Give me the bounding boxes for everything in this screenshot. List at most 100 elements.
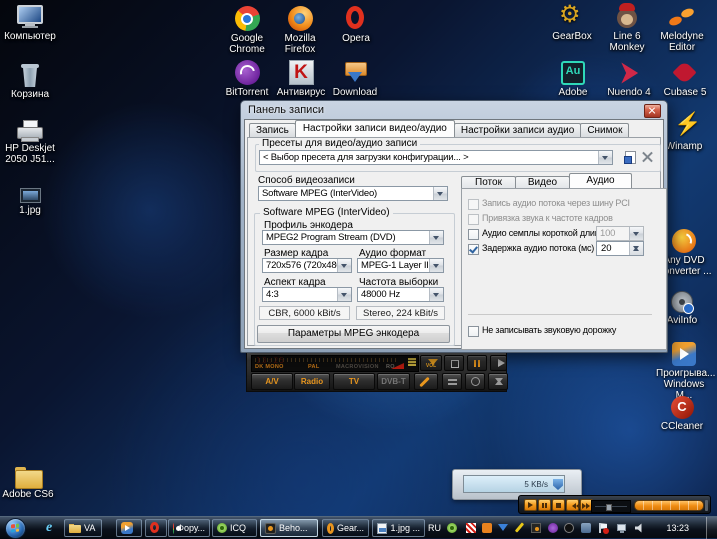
chevron-down-icon[interactable] (337, 259, 351, 272)
desktop-icon-bittorrent[interactable]: BitTorrent (219, 58, 275, 98)
delete-preset-icon[interactable] (641, 151, 654, 164)
chevron-down-icon[interactable] (429, 288, 443, 301)
player-prev-button[interactable] (566, 499, 579, 511)
timer-button[interactable] (465, 373, 485, 390)
aspect-combobox[interactable]: 4:3 (262, 287, 352, 302)
taskbar-button-chrome-forum[interactable]: Фору... (168, 519, 210, 537)
tab-snapshot[interactable]: Снимок (580, 123, 629, 137)
channel-updown-button[interactable] (488, 373, 508, 390)
ie-icon[interactable]: e (46, 520, 52, 536)
short-samples-checkbox[interactable] (468, 229, 479, 240)
desktop-icon-computer[interactable]: Компьютер (2, 2, 58, 42)
stop-button[interactable] (444, 355, 464, 371)
tray-media-icon[interactable] (564, 523, 574, 533)
taskbar-button-opera[interactable] (145, 519, 167, 537)
taskbar-button-va-folder[interactable]: VA (64, 519, 102, 537)
tray-torrent-icon[interactable] (482, 523, 492, 533)
desktop-icon-printer[interactable]: HP Deskjet 2050 J51... (2, 114, 58, 165)
spinner-arrows-icon[interactable] (629, 242, 643, 255)
opera-icon (150, 522, 160, 534)
save-preset-icon[interactable] (623, 151, 636, 164)
player-pause-button[interactable] (538, 499, 551, 511)
desktop-icon-line6-monkey[interactable]: Line 6 Monkey (599, 2, 655, 53)
tab-record[interactable]: Запись (249, 123, 296, 137)
chevron-down-icon[interactable] (429, 259, 443, 272)
audio-format-combobox[interactable]: MPEG-1 Layer II (357, 258, 444, 273)
volume-slider-knob[interactable] (606, 504, 612, 511)
language-indicator[interactable]: RU (428, 523, 441, 533)
play-button[interactable] (490, 355, 507, 371)
desktop-icon-label: Adobe CS6 (0, 489, 56, 500)
source-radio-button[interactable]: Radio (294, 373, 330, 390)
chevron-down-icon[interactable] (598, 151, 612, 164)
desktop-icon-gearbox[interactable]: ⚙ GearBox (544, 2, 600, 42)
mpeg-params-button[interactable]: Параметры MPEG энкодера (257, 325, 450, 343)
desktop-icon-melodyne[interactable]: Melodyne Editor (654, 2, 710, 53)
pci-audio-checkbox[interactable] (468, 199, 479, 210)
chevron-down-icon[interactable] (433, 187, 447, 200)
chevron-down-icon[interactable] (429, 231, 443, 244)
chevron-down-icon[interactable] (629, 227, 643, 240)
sync-framerate-checkbox[interactable] (468, 214, 479, 225)
player-stop-button[interactable] (552, 499, 565, 511)
desktop-icon-ccleaner[interactable]: C CCleaner (654, 392, 710, 432)
settings-button[interactable] (414, 373, 438, 390)
desktop-icon-chrome[interactable]: Google Chrome (219, 4, 275, 55)
close-button[interactable] (644, 104, 661, 118)
toolbar-grip[interactable] (705, 500, 708, 511)
desktop-icon-firefox[interactable]: Mozilla Firefox (272, 4, 328, 55)
desktop-icon-recycle-bin[interactable]: Корзина (2, 60, 58, 100)
show-desktop-button[interactable] (706, 517, 717, 539)
start-button[interactable] (5, 518, 26, 539)
desktop-icon-download-master[interactable]: Download (327, 58, 383, 98)
frame-size-combobox[interactable]: 720x576 (720x480) (262, 258, 352, 273)
pause-button[interactable] (467, 355, 487, 371)
tab-video-audio-settings[interactable]: Настройки записи видео/аудио (295, 120, 455, 137)
short-samples-combobox[interactable]: 100 (596, 226, 644, 241)
tab-stream[interactable]: Поток (461, 176, 516, 188)
player-play-button[interactable] (524, 499, 537, 511)
tray-volume-icon[interactable] (635, 523, 645, 533)
tray-pencil-icon[interactable] (515, 523, 525, 533)
audio-delay-spinner[interactable]: 20 (596, 241, 644, 256)
tab-video[interactable]: Видео (515, 176, 570, 188)
desktop-icon-opera[interactable]: Opera (328, 4, 384, 44)
chevron-down-icon[interactable] (337, 288, 351, 301)
dialog-titlebar[interactable]: Панель записи (241, 101, 667, 119)
taskbar-clock[interactable]: 13:23 (666, 523, 689, 533)
desktop-icon-nuendo[interactable]: Nuendo 4 (601, 58, 657, 98)
tray-device-icon[interactable] (581, 523, 591, 533)
tray-icq-icon[interactable] (447, 523, 457, 533)
tray-download-master-icon[interactable] (498, 523, 508, 533)
taskbar-button-beholdtv[interactable]: Beho... (260, 519, 318, 537)
tray-kaspersky-icon[interactable] (466, 523, 476, 533)
tab-audio[interactable]: Аудио (569, 173, 632, 188)
tray-network-icon[interactable] (617, 523, 627, 533)
sample-rate-combobox[interactable]: 48000 Hz (357, 287, 444, 302)
tray-action-center-icon[interactable] (598, 523, 608, 533)
desktop-icon-antivirus[interactable]: K Антивирус (273, 58, 329, 98)
tab-audio-settings[interactable]: Настройки записи аудио (454, 123, 581, 137)
taskbar-button-icq[interactable]: ICQ (212, 519, 257, 537)
source-dvbt-button[interactable]: DVB-T (377, 373, 410, 390)
desktop-icon-adobe-cs6[interactable]: Adobe CS6 (0, 460, 56, 500)
player-progress-bar[interactable] (634, 500, 704, 511)
method-label: Способ видеозаписи (258, 175, 355, 186)
no-audio-track-checkbox[interactable] (468, 326, 479, 337)
desktop-icon-adobe-audition[interactable]: Au Adobe (545, 58, 601, 98)
volume-button[interactable]: VOL (420, 355, 442, 371)
audio-delay-checkbox[interactable] (468, 244, 479, 255)
taskbar-button-gearbox[interactable]: Gear... (322, 519, 369, 537)
menu-button[interactable] (442, 373, 462, 390)
desktop-icon-cubase[interactable]: Cubase 5 (657, 58, 713, 98)
tray-bittorrent-icon[interactable] (548, 523, 558, 533)
desktop-icon-1jpg[interactable]: 1.jpg (2, 176, 58, 216)
taskbar-button-wmp[interactable] (116, 519, 142, 537)
preset-combobox[interactable]: < Выбор пресета для загрузки конфигураци… (259, 150, 613, 165)
source-tv-button[interactable]: TV (333, 373, 375, 390)
source-av-button[interactable]: A/V (251, 373, 293, 390)
profile-combobox[interactable]: MPEG2 Program Stream (DVD) (262, 230, 444, 245)
taskbar-button-1jpg[interactable]: 1.jpg ... (372, 519, 425, 537)
tray-beholdtv-icon[interactable] (531, 523, 541, 533)
method-combobox[interactable]: Software MPEG (InterVideo) (258, 186, 448, 201)
